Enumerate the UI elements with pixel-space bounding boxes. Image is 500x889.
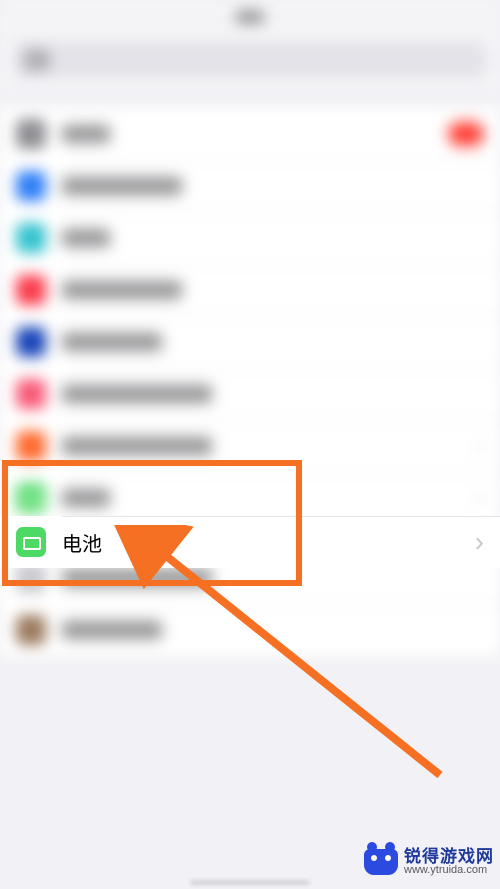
settings-row-icon bbox=[16, 379, 46, 409]
settings-row-label bbox=[62, 621, 162, 639]
settings-row[interactable] bbox=[0, 212, 500, 264]
chevron-right-icon: › bbox=[469, 487, 484, 509]
settings-row[interactable] bbox=[0, 160, 500, 212]
settings-row-label bbox=[62, 333, 162, 351]
chevron-right-icon: › bbox=[475, 528, 484, 556]
watermark-url: www.ytruida.com bbox=[404, 865, 494, 877]
watermark-logo-icon bbox=[364, 849, 398, 875]
settings-row-label bbox=[62, 489, 110, 507]
settings-row-label bbox=[62, 229, 110, 247]
settings-row[interactable] bbox=[0, 604, 500, 656]
battery-icon bbox=[16, 527, 46, 557]
settings-row-label bbox=[62, 281, 182, 299]
settings-row-label bbox=[62, 569, 212, 587]
battery-icon bbox=[16, 483, 46, 513]
settings-row-label bbox=[62, 125, 110, 143]
search-input[interactable] bbox=[14, 42, 486, 78]
search-icon bbox=[24, 49, 50, 71]
settings-row-label bbox=[62, 177, 182, 195]
battery-label: 电池 bbox=[62, 528, 102, 557]
settings-row-label bbox=[62, 385, 212, 403]
settings-row[interactable] bbox=[0, 108, 500, 160]
home-indicator bbox=[190, 880, 310, 885]
settings-row-icon bbox=[16, 223, 46, 253]
settings-row-icon bbox=[16, 275, 46, 305]
settings-row-icon bbox=[16, 327, 46, 357]
settings-row-icon bbox=[16, 171, 46, 201]
settings-group-1: › › bbox=[0, 108, 500, 524]
settings-row-icon bbox=[16, 615, 46, 645]
status-bar bbox=[0, 0, 500, 34]
watermark-name: 锐得游戏网 bbox=[404, 848, 494, 866]
notification-badge bbox=[448, 122, 484, 146]
settings-row-icon bbox=[16, 119, 46, 149]
watermark: 锐得游戏网 www.ytruida.com bbox=[364, 848, 494, 877]
search-container bbox=[0, 34, 500, 90]
settings-row-icon bbox=[16, 431, 46, 461]
notch-icon bbox=[236, 11, 264, 23]
settings-row[interactable]: › bbox=[0, 420, 500, 472]
chevron-right-icon: › bbox=[469, 435, 484, 457]
settings-row[interactable] bbox=[0, 264, 500, 316]
settings-row[interactable] bbox=[0, 368, 500, 420]
settings-row-label bbox=[62, 437, 212, 455]
settings-row-battery[interactable]: 电池 › bbox=[0, 516, 500, 568]
settings-row[interactable] bbox=[0, 316, 500, 368]
